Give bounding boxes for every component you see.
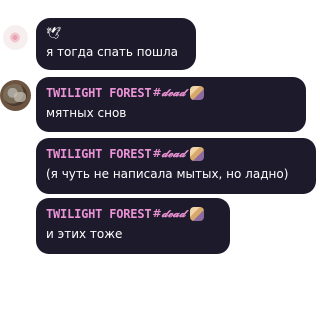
dove-icon: 🕊	[46, 26, 62, 40]
message-text: и этих тоже	[46, 227, 123, 241]
username[interactable]: TWILIGHT FOREST	[46, 207, 152, 221]
badge-emoji-icon	[189, 147, 204, 161]
message-header: TWILIGHT FOREST #𝓭𝓮𝓪𝓭	[46, 144, 307, 164]
message-bubble[interactable]: TWILIGHT FOREST #𝓭𝓮𝓪𝓭 мятных снов	[36, 77, 306, 132]
badge-emoji-icon	[189, 207, 204, 221]
message-header: TWILIGHT FOREST #𝓭𝓮𝓪𝓭	[46, 83, 297, 103]
message-bubble[interactable]: TWILIGHT FOREST #𝓭𝓮𝓪𝓭 и этих тоже	[36, 198, 230, 254]
message-header: TWILIGHT FOREST #𝓭𝓮𝓪𝓭	[46, 204, 221, 224]
username[interactable]: TWILIGHT FOREST	[46, 86, 152, 100]
user-tag: #𝓭𝓮𝓪𝓭	[152, 86, 186, 99]
message-text: (я чуть не написала мытых, но ладно)	[46, 167, 289, 181]
message-text: мятных снов	[46, 106, 127, 120]
badge-emoji-icon	[189, 86, 204, 100]
message-text: я тогда спать пошла	[46, 45, 178, 59]
flower-icon	[9, 32, 21, 43]
username[interactable]: TWILIGHT FOREST	[46, 147, 152, 161]
user-tag: #𝓭𝓮𝓪𝓭	[152, 207, 186, 220]
message-bubble[interactable]: TWILIGHT FOREST #𝓭𝓮𝓪𝓭 (я чуть не написал…	[36, 138, 316, 194]
user-tag: #𝓭𝓮𝓪𝓭	[152, 147, 186, 160]
user-avatar-2[interactable]	[0, 80, 31, 111]
message-bubble[interactable]: 🕊 я тогда спать пошла	[36, 18, 196, 70]
user-avatar-1[interactable]	[3, 25, 28, 50]
